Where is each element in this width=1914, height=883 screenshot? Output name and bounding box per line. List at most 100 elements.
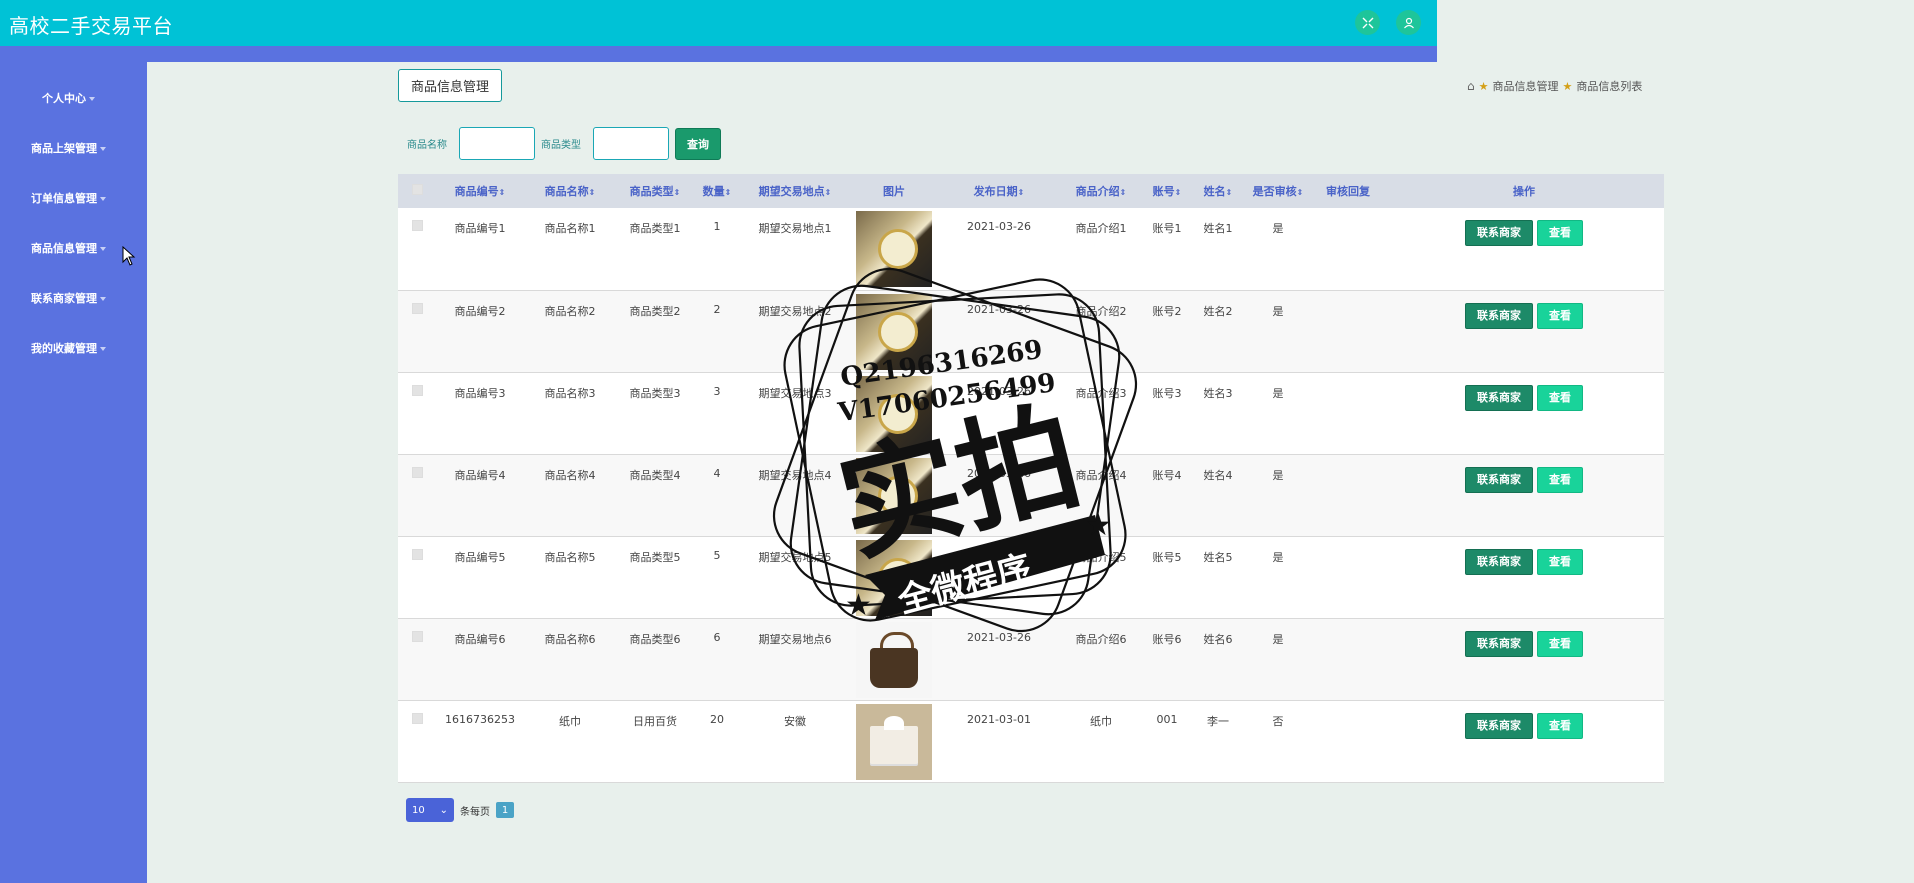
column-header[interactable]: 发布日期⇕	[938, 174, 1060, 208]
view-button[interactable]: 查看	[1537, 466, 1583, 493]
sidebar-item-personal-center[interactable]: 个人中心	[0, 90, 147, 106]
column-header[interactable]: 商品名称⇕	[524, 174, 616, 208]
view-button[interactable]: 查看	[1537, 220, 1583, 246]
user-button[interactable]	[1396, 10, 1421, 35]
cell-code: 商品编号5	[454, 550, 506, 564]
cell-audit: 是	[1272, 632, 1284, 646]
view-button[interactable]: 查看	[1537, 302, 1583, 329]
cell-type: 商品类型5	[629, 550, 681, 564]
view-button[interactable]: 查看	[1537, 712, 1583, 739]
product-image[interactable]	[856, 457, 932, 534]
sidebar-item-label: 订单信息管理	[31, 192, 97, 205]
row-checkbox[interactable]	[398, 208, 436, 290]
column-header[interactable]: 数量⇕	[694, 174, 740, 208]
table-row: 商品编号1 商品名称1 商品类型1 1 期望交易地点1 2021-03-26 商品介绍1 账号…	[398, 208, 1664, 290]
row-checkbox[interactable]	[398, 372, 436, 454]
cell-reply	[1312, 208, 1384, 290]
sort-icon: ⇕	[1174, 188, 1182, 197]
contact-merchant-button[interactable]: 联系商家	[1465, 548, 1533, 575]
cell-name: 商品名称5	[544, 550, 596, 564]
page-size-select[interactable]: 10 ⌄	[406, 798, 454, 822]
search-bar: 商品名称 商品类型 查询	[407, 127, 721, 160]
row-checkbox[interactable]	[398, 290, 436, 372]
product-image-cell	[850, 536, 938, 618]
product-image[interactable]	[856, 211, 932, 287]
contact-merchant-button[interactable]: 联系商家	[1465, 630, 1533, 657]
cell-date: 2021-03-26	[967, 466, 1031, 480]
query-button[interactable]: 查询	[675, 127, 721, 160]
product-image[interactable]	[856, 703, 932, 780]
cell-intro: 商品介绍6	[1075, 632, 1127, 646]
caret-down-icon	[89, 97, 95, 101]
column-header[interactable]: 商品类型⇕	[616, 174, 694, 208]
sidebar-item-product-listing[interactable]: 商品上架管理	[0, 140, 147, 156]
sidebar-item-favorites[interactable]: 我的收藏管理	[0, 340, 147, 356]
contact-merchant-button[interactable]: 联系商家	[1465, 712, 1533, 739]
cell-intro: 商品介绍2	[1075, 304, 1127, 318]
cell-audit: 是	[1272, 304, 1284, 318]
row-checkbox[interactable]	[398, 454, 436, 536]
table-row: 1616736253 纸巾 日用百货 20 安徽 2021-03-01 纸巾 001 李一 否 联系…	[398, 700, 1664, 782]
star-icon: ★	[1562, 79, 1573, 93]
view-button[interactable]: 查看	[1537, 384, 1583, 411]
product-image[interactable]	[856, 621, 932, 698]
cell-audit: 是	[1272, 468, 1284, 482]
sort-icon: ⇕	[1119, 188, 1127, 197]
cell-place: 期望交易地点6	[758, 632, 832, 646]
contact-merchant-button[interactable]: 联系商家	[1465, 302, 1533, 329]
chevron-down-icon: ⌄	[439, 804, 448, 816]
star-icon: ★	[1478, 79, 1489, 93]
page-number-button[interactable]: 1	[496, 802, 514, 818]
breadcrumb: ⌂ ★ 商品信息管理 ★ 商品信息列表	[1467, 78, 1642, 94]
column-header[interactable]: 商品编号⇕	[436, 174, 524, 208]
cell-audit: 否	[1272, 714, 1284, 728]
cell-account: 001	[1156, 712, 1178, 726]
table-row: 商品编号6 商品名称6 商品类型6 6 期望交易地点6 2021-03-26 商品介绍6 账号…	[398, 618, 1664, 700]
cell-code: 商品编号2	[454, 304, 506, 318]
product-image[interactable]	[856, 375, 932, 452]
row-checkbox[interactable]	[398, 700, 436, 782]
per-page-label: 条每页	[460, 806, 490, 818]
cell-account: 账号1	[1152, 222, 1182, 235]
home-icon[interactable]: ⌂	[1467, 79, 1475, 93]
cell-type: 商品类型3	[629, 386, 681, 400]
cell-name: 商品名称2	[544, 304, 596, 318]
pagination: 10 ⌄ 条每页 1	[406, 798, 514, 822]
sidebar-item-orders[interactable]: 订单信息管理	[0, 190, 147, 206]
row-checkbox[interactable]	[398, 536, 436, 618]
sidebar-item-contact-merchant[interactable]: 联系商家管理	[0, 290, 147, 306]
cell-code: 商品编号3	[454, 386, 506, 400]
sidebar-item-label: 个人中心	[42, 92, 86, 105]
breadcrumb-item: 商品信息列表	[1576, 80, 1643, 93]
cell-intro: 商品介绍5	[1075, 550, 1127, 564]
column-header[interactable]: 姓名⇕	[1192, 174, 1244, 208]
column-header[interactable]: 账号⇕	[1142, 174, 1192, 208]
view-button[interactable]: 查看	[1537, 548, 1583, 575]
view-button[interactable]: 查看	[1537, 630, 1583, 657]
select-all-checkbox[interactable]	[398, 174, 436, 208]
contact-merchant-button[interactable]: 联系商家	[1465, 220, 1533, 246]
contact-merchant-button[interactable]: 联系商家	[1465, 384, 1533, 411]
fullscreen-button[interactable]	[1355, 10, 1380, 35]
caret-down-icon	[100, 247, 106, 251]
actions-cell: 联系商家 查看	[1384, 536, 1664, 618]
product-image[interactable]	[856, 539, 932, 616]
product-type-input[interactable]	[593, 127, 669, 160]
sub-bar	[0, 46, 1437, 62]
caret-down-icon	[100, 347, 106, 351]
cell-name: 商品名称4	[544, 468, 596, 482]
cell-intro: 纸巾	[1090, 714, 1112, 728]
column-header[interactable]: 商品介绍⇕	[1060, 174, 1142, 208]
row-checkbox[interactable]	[398, 618, 436, 700]
product-name-input[interactable]	[459, 127, 535, 160]
table-row: 商品编号5 商品名称5 商品类型5 5 期望交易地点5 2021-03-26 商品介绍5 账号…	[398, 536, 1664, 618]
column-header[interactable]: 是否审核⇕	[1244, 174, 1312, 208]
breadcrumb-item[interactable]: 商品信息管理	[1493, 78, 1559, 94]
cell-type: 日用百货	[633, 714, 677, 728]
product-image[interactable]	[856, 293, 932, 370]
sidebar-item-label: 联系商家管理	[31, 292, 97, 305]
column-header[interactable]: 期望交易地点⇕	[740, 174, 850, 208]
cell-place: 安徽	[784, 714, 806, 728]
contact-merchant-button[interactable]: 联系商家	[1465, 466, 1533, 493]
main-content: 商品信息管理 ⌂ ★ 商品信息管理 ★ 商品信息列表 商品名称 商品类型 查询 …	[147, 62, 1914, 883]
